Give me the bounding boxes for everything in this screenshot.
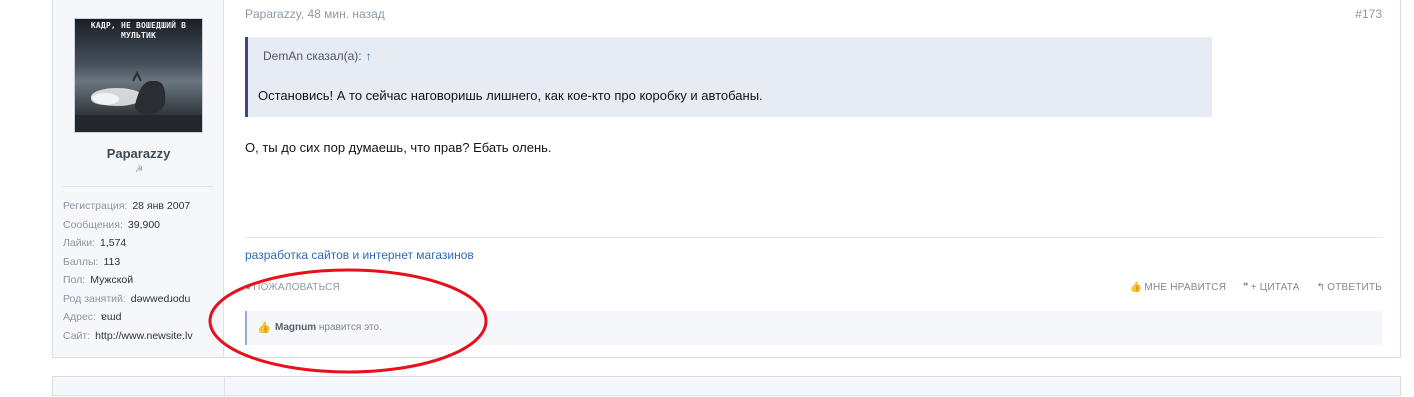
quote-author: DemAn сказал(а): ↑ <box>263 49 372 63</box>
like-button[interactable]: 👍 МНЕ НРАВИТСЯ <box>1130 282 1226 293</box>
avatar[interactable]: КАДР, НЕ ВОШЕДШИЙ В МУЛЬТИК <box>74 18 203 133</box>
warning-icon: ● <box>245 282 252 293</box>
report-label: ПОЖАЛОВАТЬСЯ <box>253 282 340 293</box>
info-likes: Лайки: 1,574 <box>63 237 127 249</box>
user-sidebar: КАДР, НЕ ВОШЕДШИЙ В МУЛЬТИК Paparazzy ☭ … <box>53 0 224 357</box>
post-main: Paparazzy, 48 мин. назад #173 DemAn сказ… <box>245 0 1382 357</box>
info-gender: Пол: Мужской <box>63 274 134 286</box>
post-container: КАДР, НЕ ВОШЕДШИЙ В МУЛЬТИК Paparazzy ☭ … <box>52 0 1401 358</box>
reply-arrow-icon: ↰ <box>1316 282 1326 293</box>
post-meta[interactable]: Paparazzy, 48 мин. назад <box>245 7 385 21</box>
post-actions: 👍 МНЕ НРАВИТСЯ ❞ + ЦИТАТА ↰ ОТВЕТИТЬ <box>1116 282 1382 293</box>
info-address: Адрес: ɐɯd <box>63 311 122 323</box>
avatar-image <box>75 70 202 132</box>
likes-text: Magnum нравится это. <box>275 322 382 333</box>
sidebar-divider <box>63 186 213 187</box>
quote-button[interactable]: ❞ + ЦИТАТА <box>1243 282 1300 293</box>
info-occupation: Род занятий: dəwwedɹodu <box>63 292 191 305</box>
likes-summary: 👍 Magnum нравится это. <box>245 311 1382 345</box>
info-messages: Сообщения: 39,900 <box>63 218 161 231</box>
quote-source-arrow-icon[interactable]: ↑ <box>366 49 372 63</box>
info-points: Баллы: 113 <box>63 255 121 268</box>
user-info-list: Регистрация: 28 янв 2007 Сообщения: 39,900… <box>63 199 221 347</box>
report-button[interactable]: ● ПОЖАЛОВАТЬСЯ <box>245 282 340 293</box>
message-text: О, ты до сих пор думаешь, что прав? Ебат… <box>245 140 552 155</box>
quote-block: DemAn сказал(а): ↑ Остановись! А то сейча… <box>245 37 1212 117</box>
hammer-sickle-icon: ☭ <box>135 164 144 174</box>
likes-suffix: нравится это. <box>316 322 382 333</box>
signature-divider <box>245 237 1382 238</box>
info-site: Сайт: http://www.newsite.lv <box>63 329 193 342</box>
signature-link[interactable]: разработка сайтов и интернет магазинов <box>245 248 474 262</box>
quote-icon: ❞ <box>1243 282 1249 293</box>
quote-text: Остановись! А то сейчас наговоришь лишне… <box>258 88 763 103</box>
next-post-container <box>52 376 1401 397</box>
likes-user-link[interactable]: Magnum <box>275 322 316 333</box>
info-registration: Регистрация: 28 янв 2007 <box>63 200 191 212</box>
username[interactable]: Paparazzy <box>53 146 224 161</box>
quote-author-label: DemAn сказал(а): <box>263 49 362 63</box>
thumbs-up-icon: 👍 <box>257 322 271 334</box>
reply-button[interactable]: ↰ ОТВЕТИТЬ <box>1317 282 1382 293</box>
next-post-sidebar-edge <box>224 377 225 397</box>
post-number[interactable]: #173 <box>1355 7 1382 21</box>
thumbs-up-icon: 👍 <box>1129 282 1143 293</box>
